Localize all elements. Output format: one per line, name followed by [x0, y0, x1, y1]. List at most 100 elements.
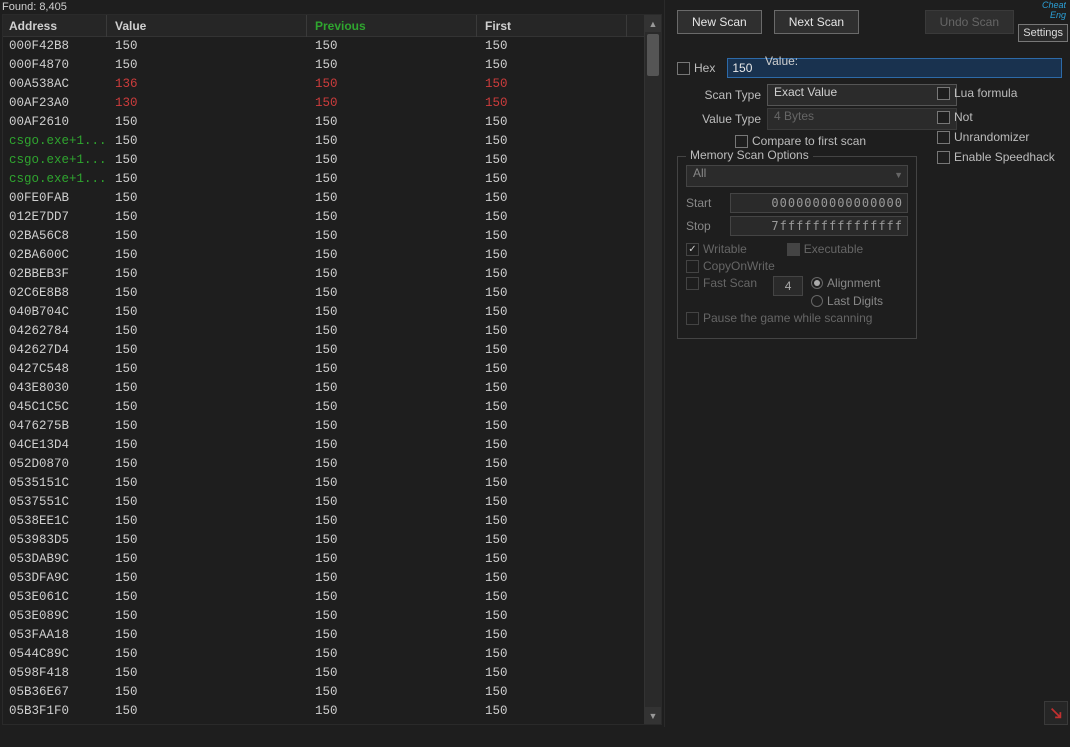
- table-row[interactable]: 053983D5150150150: [3, 531, 661, 550]
- cell-value: 150: [107, 512, 307, 531]
- table-row[interactable]: 05B3F1F0150150150: [3, 702, 661, 721]
- table-row[interactable]: 04CE13D4150150150: [3, 436, 661, 455]
- cell-value: 150: [107, 607, 307, 626]
- chevron-down-icon: ▼: [894, 170, 903, 180]
- pause-game-checkbox[interactable]: Pause the game while scanning: [686, 311, 872, 325]
- cell-address: csgo.exe+1...: [3, 132, 107, 151]
- scroll-down-icon[interactable]: ▼: [645, 707, 661, 724]
- cell-first: 150: [477, 151, 627, 170]
- cell-value: 150: [107, 208, 307, 227]
- copyonwrite-checkbox[interactable]: CopyOnWrite: [686, 259, 775, 273]
- cell-previous: 150: [307, 569, 477, 588]
- cell-previous: 150: [307, 607, 477, 626]
- cell-address: 0544C89C: [3, 645, 107, 664]
- cell-address: csgo.exe+1...: [3, 151, 107, 170]
- table-row[interactable]: csgo.exe+1...150150150: [3, 151, 661, 170]
- cell-previous: 150: [307, 151, 477, 170]
- table-row[interactable]: 042627D4150150150: [3, 341, 661, 360]
- results-scrollbar[interactable]: ▲ ▼: [644, 15, 661, 724]
- header-address[interactable]: Address: [3, 15, 107, 37]
- mso-stop-input[interactable]: [730, 216, 908, 236]
- header-first[interactable]: First: [477, 15, 627, 37]
- table-row[interactable]: 02BBEB3F150150150: [3, 265, 661, 284]
- table-row[interactable]: 000F42B8150150150: [3, 37, 661, 56]
- table-row[interactable]: 0537551C150150150: [3, 493, 661, 512]
- cell-first: 150: [477, 341, 627, 360]
- fast-scan-value[interactable]: [773, 276, 803, 296]
- cell-value: 150: [107, 379, 307, 398]
- last-digits-radio[interactable]: Last Digits: [811, 294, 883, 308]
- scan-type-label: Scan Type: [677, 88, 767, 102]
- table-row[interactable]: 00A538AC136150150: [3, 75, 661, 94]
- table-row[interactable]: 00AF23A0130150150: [3, 94, 661, 113]
- fast-scan-checkbox[interactable]: Fast Scan: [686, 276, 757, 290]
- table-row[interactable]: csgo.exe+1...150150150: [3, 132, 661, 151]
- table-row[interactable]: 0598F418150150150: [3, 664, 661, 683]
- app-logo: Cheat Eng: [1038, 0, 1066, 20]
- table-row[interactable]: 05B36E67150150150: [3, 683, 661, 702]
- executable-checkbox[interactable]: Executable: [787, 242, 863, 256]
- table-row[interactable]: 040B704C150150150: [3, 303, 661, 322]
- table-row[interactable]: 043E8030150150150: [3, 379, 661, 398]
- new-scan-button[interactable]: New Scan: [677, 10, 762, 34]
- table-row[interactable]: 02C6E8B8150150150: [3, 284, 661, 303]
- table-row[interactable]: 04262784150150150: [3, 322, 661, 341]
- mso-region-select[interactable]: All▼: [686, 165, 908, 187]
- cell-first: 150: [477, 645, 627, 664]
- results-table[interactable]: Address Value Previous First 000F42B8150…: [2, 14, 662, 725]
- unrandomizer-checkbox[interactable]: Unrandomizer: [937, 130, 1055, 144]
- table-row[interactable]: 053E061C150150150: [3, 588, 661, 607]
- table-row[interactable]: 0538EE1C150150150: [3, 512, 661, 531]
- table-row[interactable]: 0427C548150150150: [3, 360, 661, 379]
- scroll-thumb[interactable]: [647, 34, 659, 76]
- cell-previous: 150: [307, 94, 477, 113]
- table-row[interactable]: 0476275B150150150: [3, 417, 661, 436]
- compare-first-checkbox[interactable]: Compare to first scan: [735, 134, 866, 148]
- table-row[interactable]: 052D0870150150150: [3, 455, 661, 474]
- writable-checkbox[interactable]: ✓Writable: [686, 242, 747, 256]
- cell-value: 150: [107, 246, 307, 265]
- hex-checkbox[interactable]: Hex: [677, 61, 715, 75]
- cell-previous: 150: [307, 474, 477, 493]
- table-row[interactable]: 00FE0FAB150150150: [3, 189, 661, 208]
- table-row[interactable]: 000F4870150150150: [3, 56, 661, 75]
- scan-type-select[interactable]: Exact Value▼: [767, 84, 957, 106]
- table-row[interactable]: 053FAA18150150150: [3, 626, 661, 645]
- alignment-radio[interactable]: Alignment: [811, 276, 883, 290]
- cell-previous: 150: [307, 550, 477, 569]
- cell-value: 150: [107, 702, 307, 721]
- table-row[interactable]: 053E089C150150150: [3, 607, 661, 626]
- table-row[interactable]: 02BA600C150150150: [3, 246, 661, 265]
- header-value[interactable]: Value: [107, 15, 307, 37]
- cell-first: 150: [477, 607, 627, 626]
- settings-button[interactable]: Settings: [1018, 24, 1068, 42]
- scroll-up-icon[interactable]: ▲: [645, 15, 661, 32]
- lua-formula-checkbox[interactable]: Lua formula: [937, 86, 1017, 100]
- table-row[interactable]: 045C1C5C150150150: [3, 398, 661, 417]
- table-row[interactable]: 02BA56C8150150150: [3, 227, 661, 246]
- header-previous[interactable]: Previous: [307, 15, 477, 37]
- table-row[interactable]: 053DFA9C150150150: [3, 569, 661, 588]
- cell-previous: 150: [307, 588, 477, 607]
- resize-handle[interactable]: [1044, 701, 1068, 725]
- table-row[interactable]: 012E7DD7150150150: [3, 208, 661, 227]
- mso-start-input[interactable]: [730, 193, 908, 213]
- table-row[interactable]: 00AF2610150150150: [3, 113, 661, 132]
- cell-address: 052D0870: [3, 455, 107, 474]
- cell-address: 040B704C: [3, 303, 107, 322]
- table-row[interactable]: 0544C89C150150150: [3, 645, 661, 664]
- table-row[interactable]: 0535151C150150150: [3, 474, 661, 493]
- not-checkbox[interactable]: Not: [937, 110, 973, 124]
- cell-address: 053DFA9C: [3, 569, 107, 588]
- cell-address: 0476275B: [3, 417, 107, 436]
- cell-previous: 150: [307, 322, 477, 341]
- value-type-select[interactable]: 4 Bytes▼: [767, 108, 957, 130]
- cell-previous: 150: [307, 170, 477, 189]
- enable-speedhack-checkbox[interactable]: Enable Speedhack: [937, 150, 1055, 164]
- table-row[interactable]: csgo.exe+1...150150150: [3, 170, 661, 189]
- table-row[interactable]: 053DAB9C150150150: [3, 550, 661, 569]
- cell-previous: 150: [307, 132, 477, 151]
- cell-first: 150: [477, 702, 627, 721]
- next-scan-button[interactable]: Next Scan: [774, 10, 859, 34]
- cell-address: 04CE13D4: [3, 436, 107, 455]
